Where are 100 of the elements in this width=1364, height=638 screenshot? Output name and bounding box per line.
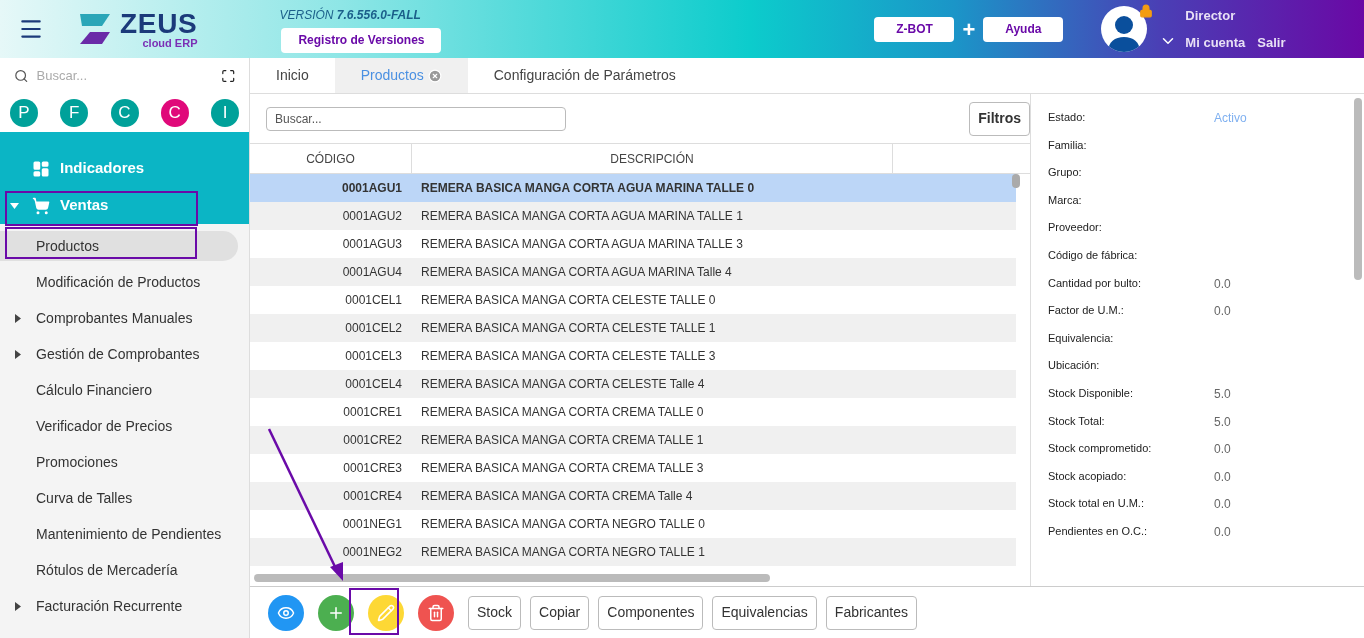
code-cell-text: 0001CEL1 — [344, 292, 402, 309]
code-cell-text: 0001CEL4 — [344, 376, 402, 393]
add-button[interactable] — [318, 594, 354, 631]
edit-button[interactable] — [368, 594, 404, 631]
description-cell-text: REMERA BASICA MANGA CORTA AGUA MARINA TALLE 0 — [421, 180, 755, 197]
tab[interactable]: Configuración de Parámetros — [467, 58, 702, 93]
menu-item[interactable]: Promociones — [0, 447, 238, 477]
detail-label: Cantidad por bulto: — [1048, 275, 1142, 291]
code-cell-text: 0001CRE1 — [342, 404, 402, 421]
detail-value: 5.0 — [1214, 413, 1231, 431]
section-label: Indicadores — [60, 158, 145, 179]
table-row[interactable]: 0001CEL4 REMERA BASICA MANGA CORTA CELESTE Talle 4 — [250, 370, 1016, 398]
menu-search-field[interactable]: Buscar... — [36, 66, 213, 86]
table-row[interactable]: 0001AGU4 REMERA BASICA MANGA CORTA AGUA MARINA Talle 4 — [250, 258, 1016, 286]
toolbar-button[interactable]: Stock — [468, 595, 521, 630]
detail-value: 0.0 — [1214, 275, 1231, 293]
tab[interactable]: Inicio — [250, 58, 335, 93]
dashboard-icon — [32, 159, 50, 178]
trash-icon — [427, 603, 445, 622]
bot-button[interactable]: Z-BOT — [874, 16, 955, 42]
fullscreen-icon[interactable] — [220, 68, 235, 84]
caret-right-icon — [15, 313, 21, 323]
pencil-icon — [377, 603, 395, 622]
menu-item[interactable]: Comprobantes Manuales — [0, 303, 238, 333]
annotation-box — [349, 588, 399, 635]
close-tab-icon[interactable] — [427, 68, 442, 83]
view-button[interactable] — [268, 594, 304, 631]
description-cell-text: REMERA BASICA MANGA CORTA NEGRO TALLE 1 — [421, 544, 705, 561]
toolbar-button[interactable]: Componentes — [598, 595, 704, 630]
caret-right-icon — [15, 601, 21, 611]
toolbar-button[interactable]: Copiar — [530, 595, 590, 630]
detail-value: 0.0 — [1214, 496, 1231, 514]
code-cell-text: 0001CEL3 — [344, 348, 402, 365]
detail-label: Factor de U.M.: — [1048, 303, 1125, 319]
user-avatar[interactable] — [1101, 6, 1148, 52]
table-row[interactable]: 0001NEG2 REMERA BASICA MANGA CORTA NEGRO TALLE 1 — [250, 538, 1016, 566]
product-search-field[interactable]: Buscar... — [266, 106, 566, 131]
versions-button[interactable]: Registro de Versiones — [281, 27, 442, 53]
description-cell-text: REMERA BASICA MANGA CORTA CREMA TALLE 1 — [421, 432, 704, 449]
description-cell-text: REMERA BASICA MANGA CORTA CELESTE TALLE 1 — [421, 320, 716, 337]
delete-button[interactable] — [418, 594, 454, 631]
menu-item[interactable]: Productos — [0, 231, 238, 261]
code-cell-text: 0001NEG1 — [341, 516, 402, 533]
menu-item[interactable]: Modificación de Productos — [0, 267, 238, 297]
menu-item[interactable]: Facturación Recurrente — [0, 591, 238, 621]
detail-label: Stock total en U.M.: — [1048, 496, 1145, 512]
search-icon — [14, 68, 29, 84]
code-cell-text: 0001CRE2 — [342, 432, 402, 449]
caret-down-icon — [10, 202, 19, 209]
description-cell-text: REMERA BASICA MANGA CORTA CELESTE TALLE 0 — [421, 292, 716, 309]
filters-button[interactable]: Filtros — [969, 101, 1030, 136]
detail-label: Stock acopiado: — [1048, 468, 1128, 484]
vertical-scrollbar — [1012, 174, 1020, 188]
detail-value: 5.0 — [1214, 385, 1231, 403]
logo-word: ZEUS — [120, 9, 198, 38]
description-cell-text: REMERA BASICA MANGA CORTA CELESTE Talle 4 — [421, 376, 705, 393]
detail-value: 0.0 — [1214, 523, 1231, 541]
detail-label: Pendientes en O.C.: — [1048, 523, 1149, 539]
table-row[interactable]: 0001CRE2 REMERA BASICA MANGA CORTA CREMA TALLE 1 — [250, 426, 1016, 454]
section-label: Ventas — [60, 195, 109, 216]
toolbar-button[interactable]: Equivalencias — [712, 595, 817, 630]
help-button[interactable]: Ayuda — [983, 16, 1064, 42]
detail-label: Equivalencia: — [1048, 330, 1115, 346]
menu-item[interactable]: Curva de Talles — [0, 483, 238, 513]
detail-value: 0.0 — [1214, 441, 1231, 459]
description-cell-text: REMERA BASICA MANGA CORTA AGUA MARINA Talle 4 — [421, 264, 732, 281]
detail-label: Proveedor: — [1048, 220, 1103, 236]
code-cell-text: 0001AGU4 — [341, 264, 402, 281]
table-row[interactable]: 0001AGU1 REMERA BASICA MANGA CORTA AGUA MARINA TALLE 0 — [250, 174, 1016, 202]
menu-item[interactable]: Verificador de Precios — [0, 411, 238, 441]
detail-label: Ubicación: — [1048, 358, 1101, 374]
code-cell-text: 0001NEG2 — [341, 544, 402, 561]
description-cell-text: REMERA BASICA MANGA CORTA CREMA Talle 4 — [421, 488, 693, 505]
menu-item[interactable]: Rótulos de Mercadería — [0, 555, 238, 585]
code-cell-text: 0001CRE4 — [342, 488, 402, 505]
table-row[interactable]: 0001AGU2 REMERA BASICA MANGA CORTA AGUA MARINA TALLE 1 — [250, 202, 1016, 230]
menu-item[interactable]: Gestión de Comprobantes — [0, 339, 238, 369]
toolbar-button[interactable]: Fabricantes — [825, 595, 917, 630]
table-row[interactable]: 0001CEL2 REMERA BASICA MANGA CORTA CELESTE TALLE 1 — [250, 314, 1016, 342]
logo-subtitle: cloud ERP — [142, 37, 198, 49]
description-cell-text: REMERA BASICA MANGA CORTA CREMA TALLE 3 — [421, 460, 704, 477]
plus-sign: + — [962, 15, 976, 44]
code-cell-text: 0001AGU2 — [341, 208, 402, 225]
logout-link[interactable]: Salir — [1257, 33, 1286, 53]
account-link[interactable]: Mi cuenta — [1185, 33, 1246, 53]
detail-label: Marca: — [1048, 192, 1083, 208]
column-header[interactable]: CÓDIGO — [250, 144, 412, 173]
menu-item[interactable]: Cálculo Financiero — [0, 375, 238, 405]
menu-item[interactable]: Mantenimiento de Pendientes — [0, 519, 238, 549]
column-header[interactable]: DESCRIPCIÓN — [412, 144, 893, 173]
detail-label: Stock Disponible: — [1048, 385, 1134, 401]
code-cell-text: 0001AGU1 — [340, 180, 402, 197]
detail-value: 0.0 — [1214, 303, 1231, 321]
detail-label: Código de fábrica: — [1048, 247, 1139, 263]
code-cell-text: 0001CEL2 — [344, 320, 402, 337]
description-cell-text: REMERA BASICA MANGA CORTA AGUA MARINA TALLE 1 — [421, 208, 743, 225]
code-cell-text: 0001CRE3 — [342, 460, 402, 477]
description-cell-text: REMERA BASICA MANGA CORTA CELESTE TALLE 3 — [421, 348, 716, 365]
table-row[interactable]: 0001CRE4 REMERA BASICA MANGA CORTA CREMA Talle 4 — [250, 482, 1016, 510]
detail-label: Grupo: — [1048, 165, 1083, 181]
